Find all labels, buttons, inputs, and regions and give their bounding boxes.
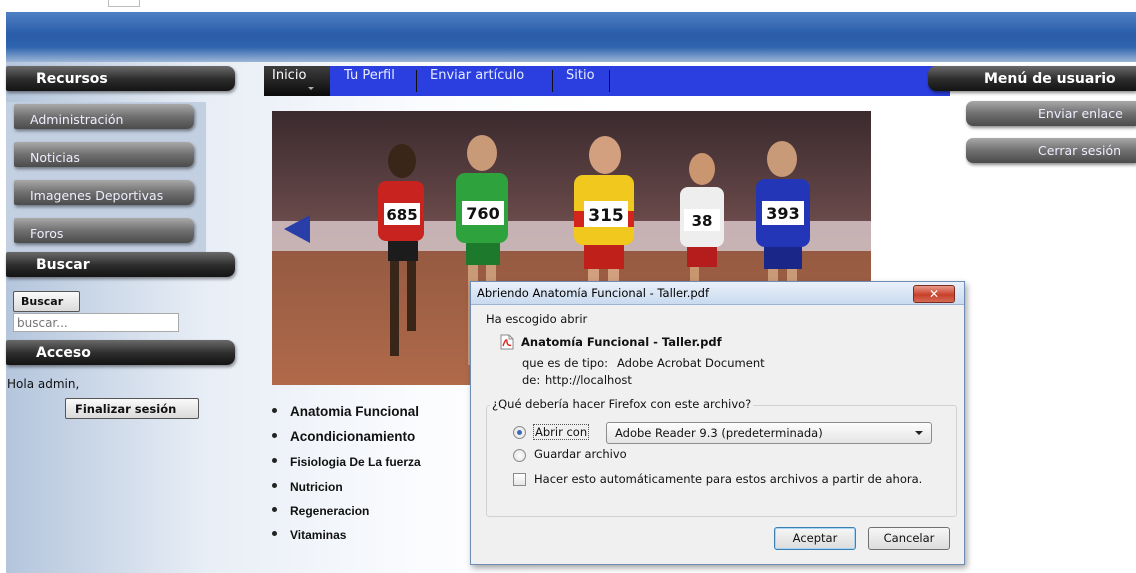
sidebar-item-label: Noticias — [30, 150, 80, 165]
file-type-value: Adobe Acrobat Document — [617, 356, 765, 370]
sidebar-item-foros[interactable]: Foros — [14, 218, 194, 243]
bib-number: 315 — [588, 206, 624, 226]
tab-label: Enviar artículo — [430, 68, 525, 83]
access-header: Acceso — [6, 340, 235, 365]
file-source-label: de: — [522, 373, 541, 387]
sidebar-item-label: Administración — [30, 112, 124, 127]
file-type-label: que es de tipo: — [522, 356, 608, 370]
bullet-icon — [272, 432, 277, 438]
tab-divider — [416, 70, 417, 92]
logout-menu-button[interactable]: Cerrar sesión — [966, 138, 1136, 163]
auto-action-checkbox[interactable] — [513, 473, 526, 486]
bullet-icon — [272, 407, 277, 413]
pdf-file-icon — [500, 334, 514, 350]
cancel-button[interactable]: Cancelar — [868, 527, 950, 550]
resources-header-label: Recursos — [36, 71, 108, 87]
tab-divider — [552, 70, 553, 92]
search-button[interactable]: Buscar — [13, 291, 80, 312]
search-header-label: Buscar — [36, 257, 90, 273]
tab-tu-perfil[interactable]: Tu Perfil — [336, 66, 414, 96]
bullet-icon — [272, 531, 277, 537]
open-with-label[interactable]: Abrir con — [533, 424, 590, 440]
close-button[interactable]: ✕ — [913, 285, 955, 303]
tab-enviar-articulo[interactable]: Enviar artículo — [422, 66, 552, 96]
search-header: Buscar — [6, 252, 235, 277]
access-header-label: Acceso — [36, 345, 91, 361]
tab-label: Inicio — [272, 68, 307, 83]
bullet-icon — [272, 458, 277, 464]
greeting-text: Hola admin, — [7, 377, 80, 391]
dialog-titlebar[interactable]: Abriendo Anatomía Funcional - Taller.pdf… — [471, 282, 964, 305]
list-item[interactable]: Nutricion — [272, 480, 343, 494]
open-with-radio[interactable] — [513, 426, 526, 439]
resources-header: Recursos — [6, 66, 235, 91]
bib-number: 685 — [386, 206, 417, 224]
sidebar-item-noticias[interactable]: Noticias — [14, 142, 194, 167]
search-input[interactable] — [13, 313, 179, 332]
search-button-label: Buscar — [21, 295, 64, 308]
close-icon: ✕ — [928, 287, 940, 301]
accept-button[interactable]: Aceptar — [774, 527, 856, 550]
user-menu-header-label: Menú de usuario — [984, 71, 1116, 87]
dialog-question: ¿Qué debería hacer Firefox con este arch… — [490, 397, 754, 411]
logout-menu-label: Cerrar sesión — [1038, 143, 1122, 158]
auto-action-label[interactable]: Hacer esto automáticamente para estos ar… — [534, 472, 922, 486]
bib-number: 393 — [766, 204, 799, 223]
sidebar-item-label: Foros — [30, 226, 64, 241]
tab-label: Sitio — [566, 68, 595, 83]
list-item[interactable]: Vitaminas — [272, 528, 346, 542]
chevron-down-icon — [308, 87, 314, 90]
list-item[interactable]: Acondicionamiento — [272, 429, 415, 444]
dialog-file-name: Anatomía Funcional - Taller.pdf — [521, 335, 722, 349]
sidebar-item-imagenes-deportivas[interactable]: Imagenes Deportivas — [14, 180, 194, 205]
sidebar-item-label: Imagenes Deportivas — [30, 188, 164, 203]
tab-divider — [609, 70, 610, 92]
download-dialog: Abriendo Anatomía Funcional - Taller.pdf… — [470, 281, 965, 565]
bib-number: 760 — [466, 204, 499, 223]
open-with-select-value: Adobe Reader 9.3 (predeterminada) — [615, 426, 823, 440]
logout-button-label: Finalizar sesión — [75, 402, 177, 416]
chevron-down-icon — [915, 431, 923, 435]
cancel-button-label: Cancelar — [883, 531, 935, 545]
open-with-select[interactable]: Adobe Reader 9.3 (predeterminada) — [606, 422, 932, 444]
save-file-label[interactable]: Guardar archivo — [534, 447, 627, 461]
sidebar-item-administracion[interactable]: Administración — [14, 104, 194, 129]
site-banner — [6, 12, 1136, 62]
main-nav: Inicio Tu Perfil Enviar artículo Sitio — [264, 66, 950, 96]
tab-sitio[interactable]: Sitio — [558, 66, 608, 96]
logout-button[interactable]: Finalizar sesión — [65, 398, 199, 419]
bib-number: 38 — [692, 212, 713, 230]
list-item[interactable]: Regeneracion — [272, 504, 369, 518]
file-source-value: http://localhost — [545, 373, 632, 387]
list-item[interactable]: Anatomia Funcional — [272, 404, 419, 419]
send-link-label: Enviar enlace — [1038, 106, 1123, 121]
save-file-radio[interactable] — [513, 449, 526, 462]
dialog-title: Abriendo Anatomía Funcional - Taller.pdf — [477, 286, 710, 300]
list-item[interactable]: Fisiologia De La fuerza — [272, 455, 421, 469]
bullet-icon — [272, 507, 277, 513]
tab-label: Tu Perfil — [344, 68, 395, 83]
send-link-button[interactable]: Enviar enlace — [966, 101, 1136, 126]
dialog-intro: Ha escogido abrir — [486, 312, 588, 326]
user-menu-header: Menú de usuario — [928, 66, 1136, 91]
top-strip — [0, 0, 1136, 12]
accept-button-label: Aceptar — [792, 531, 838, 545]
bullet-icon — [272, 483, 277, 489]
tab-inicio[interactable]: Inicio — [264, 66, 330, 96]
